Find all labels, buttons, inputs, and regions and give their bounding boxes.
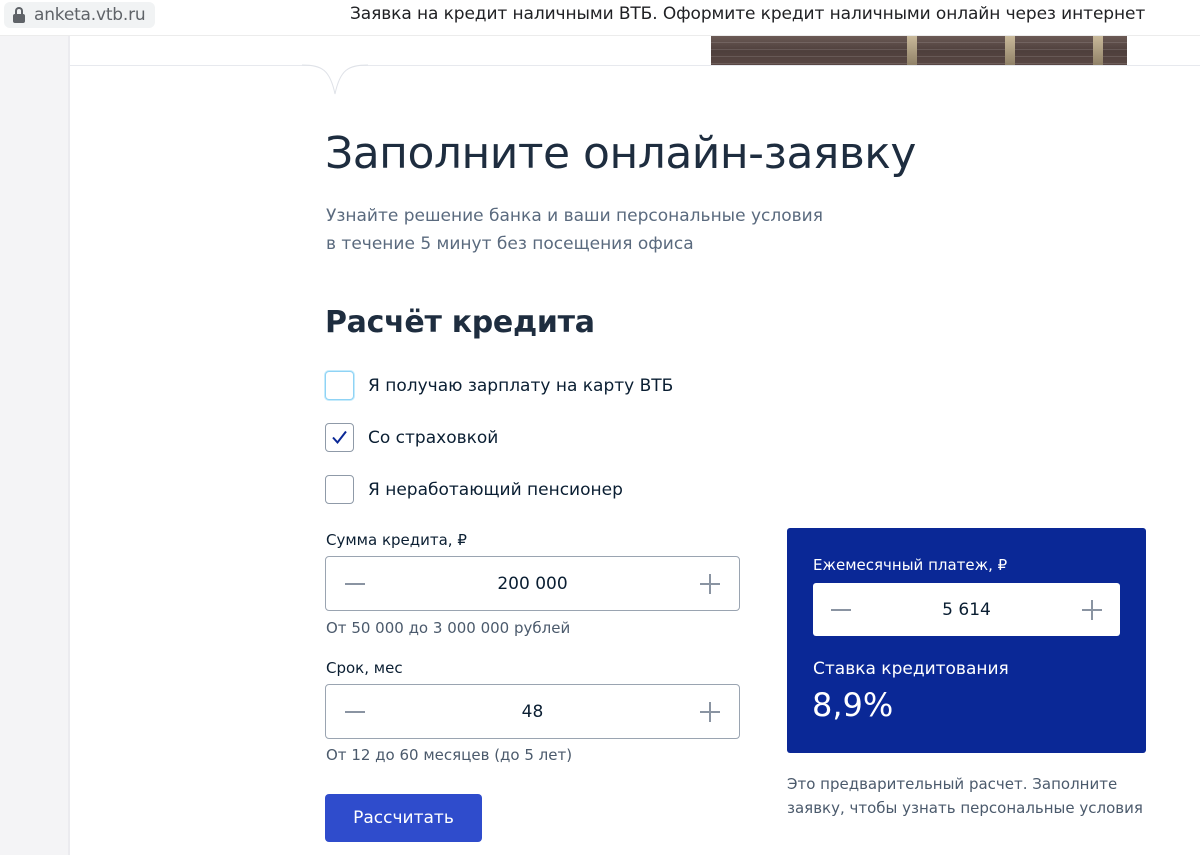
lock-icon (12, 7, 26, 23)
decrease-button[interactable] (326, 557, 384, 610)
result-panel: Ежемесячный платеж, ₽ 5 614 Ставка креди… (787, 528, 1146, 753)
increase-button[interactable] (681, 685, 739, 738)
plus-icon (1082, 599, 1102, 620)
browser-bar: anketa.vtb.ru Заявка на кредит наличными… (0, 0, 1200, 36)
minus-icon (831, 608, 851, 611)
rate-label: Ставка кредитования (813, 659, 1009, 679)
decrease-button[interactable] (326, 685, 384, 738)
note-line: заявку, чтобы узнать персональные услови… (787, 799, 1143, 817)
increase-button[interactable] (681, 557, 739, 610)
term-hint: От 12 до 60 месяцев (до 5 лет) (326, 746, 573, 764)
monthly-payment-label: Ежемесячный платеж, ₽ (813, 556, 1008, 574)
form-subtitle: Узнайте решение банка и ваши персональны… (326, 202, 846, 258)
amount-hint: От 50 000 до 3 000 000 рублей (326, 619, 571, 637)
checkbox[interactable] (325, 371, 354, 400)
plus-icon (700, 701, 720, 722)
checkmark-icon (332, 430, 347, 445)
monthly-payment-value[interactable]: 5 614 (869, 600, 1064, 620)
subtitle-line: Узнайте решение банка и ваши персональны… (326, 206, 823, 226)
term-stepper[interactable]: 48 (325, 684, 740, 739)
hero-image (711, 36, 1127, 66)
left-margin-edge (68, 36, 70, 855)
decrease-button[interactable] (813, 583, 869, 636)
minus-icon (345, 710, 365, 713)
checkbox[interactable] (325, 475, 354, 504)
checkbox-salary-card[interactable]: Я получаю зарплату на карту ВТБ (325, 371, 673, 400)
checkbox-label: Я получаю зарплату на карту ВТБ (368, 375, 674, 396)
section-notch (302, 64, 368, 95)
section-heading: Расчёт кредита (325, 305, 595, 340)
subtitle-line: в течение 5 минут без посещения офиса (326, 234, 694, 254)
left-margin (0, 36, 68, 855)
amount-label: Сумма кредита, ₽ (326, 531, 467, 549)
form-heading: Заполните онлайн-заявку (325, 128, 916, 179)
note-line: Это предварительный расчет. Заполните (787, 775, 1118, 793)
amount-stepper[interactable]: 200 000 (325, 556, 740, 611)
preliminary-note: Это предварительный расчет. Заполните за… (787, 772, 1157, 820)
checkbox[interactable] (325, 423, 354, 452)
amount-value[interactable]: 200 000 (384, 574, 681, 594)
checkbox-pensioner[interactable]: Я неработающий пенсионер (325, 475, 623, 504)
calculate-button[interactable]: Рассчитать (325, 794, 482, 842)
address-bar[interactable]: anketa.vtb.ru (4, 2, 156, 28)
minus-icon (345, 582, 365, 585)
increase-button[interactable] (1064, 583, 1120, 636)
monthly-payment-stepper[interactable]: 5 614 (813, 583, 1120, 636)
plus-icon (700, 573, 720, 594)
term-value[interactable]: 48 (384, 702, 681, 722)
checkbox-insurance[interactable]: Со страховкой (325, 423, 498, 452)
term-label: Срок, мес (326, 659, 403, 677)
rate-value: 8,9% (812, 686, 894, 724)
page-title: Заявка на кредит наличными ВТБ. Оформите… (350, 4, 1146, 24)
url-text: anketa.vtb.ru (34, 5, 146, 25)
checkbox-label: Со страховкой (368, 427, 499, 448)
checkbox-label: Я неработающий пенсионер (368, 479, 623, 500)
divider (70, 65, 1200, 66)
